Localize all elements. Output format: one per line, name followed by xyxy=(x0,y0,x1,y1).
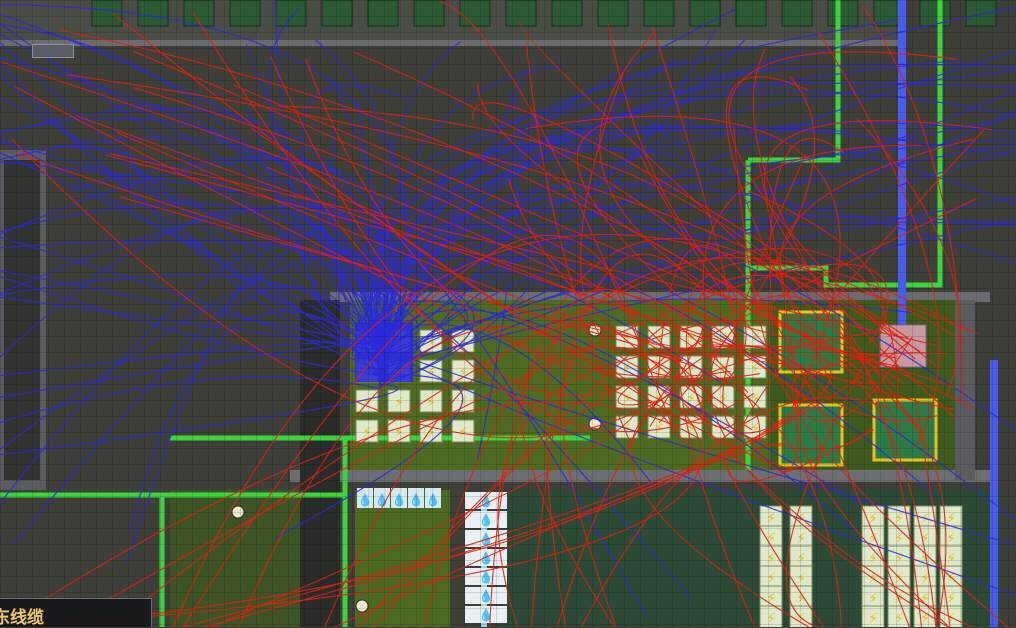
lightning-bolt-icon: ⚡ xyxy=(796,551,806,567)
storage-tile xyxy=(91,0,123,27)
lightning-bolt-icon: ⚡ xyxy=(894,611,904,627)
game-viewport[interactable]: ⚡ ⚡ ⚡ ⚡ ⚡ ⚡ ⚡ ⚡ ⚡ ⚡ ⚡ ⚡ ⚡ ⚡ ⚡ ⚡ ⚡ ⚡ ⚡ ⚡ ⚡ ⚡ ⚡ ⚡ ⚡ ⚡ ⚡ ⚡ ⚡ ⚡ ⚡ ⚡ ⚡ ⚡ ⚡ ⚡ ⚡ ⚡ ⚡ ⚡… xyxy=(0,0,1016,627)
lightning-bolt-icon: ⚡ xyxy=(796,571,806,587)
lightning-bolt-icon: ⚡ xyxy=(766,611,776,627)
lightning-bolt-icon: ⚡ xyxy=(458,365,468,381)
lightning-bolt-icon: ⚡ xyxy=(766,571,776,587)
storage-tile xyxy=(827,0,859,27)
lightning-bolt-icon: ⚡ xyxy=(894,531,904,547)
storage-tile xyxy=(597,0,629,27)
water-drop-icon: 💧 xyxy=(358,493,373,507)
storage-tile xyxy=(551,0,583,27)
middle-floor xyxy=(290,470,990,482)
lightning-bolt-icon: ⚡ xyxy=(766,511,776,527)
water-drop-icon: 💧 xyxy=(426,493,441,507)
storage-tile xyxy=(367,0,399,27)
duplicant-icon xyxy=(231,505,245,519)
lightning-bolt-icon: ⚡ xyxy=(766,551,776,567)
colony-map[interactable]: ⚡⚡⚡⚡⚡⚡⚡⚡⚡⚡⚡⚡⚡⚡⚡⚡⚡⚡⚡⚡⚡⚡⚡⚡⚡⚡⚡⚡⚡⚡⚡⚡⚡⚡⚡⚡⚡⚡⚡⚡… xyxy=(0,0,1016,627)
storage-tile xyxy=(459,0,491,27)
lightning-bolt-icon: ⚡ xyxy=(894,511,904,527)
hover-tooltip: 东线缆 xyxy=(0,598,152,628)
lightning-bolt-icon: ⚡ xyxy=(796,531,806,547)
water-drop-icon: 💧 xyxy=(375,493,390,507)
water-drop-icon: 💧 xyxy=(479,608,494,622)
room-tag-marker[interactable] xyxy=(32,44,74,58)
lightning-bolt-icon: ⚡ xyxy=(946,531,956,547)
lightning-bolt-icon: ⚡ xyxy=(394,395,404,411)
storage-tile xyxy=(413,0,445,27)
lower-mid-room xyxy=(355,490,450,627)
lightning-bolt-icon: ⚡ xyxy=(766,531,776,547)
storage-tile xyxy=(275,0,307,27)
tooltip-label: 东线缆 xyxy=(0,608,44,628)
storage-tile xyxy=(229,0,261,27)
lightning-bolt-icon: ⚡ xyxy=(946,591,956,607)
lightning-bolt-icon: ⚡ xyxy=(868,611,878,627)
reactor xyxy=(872,398,938,462)
water-drop-icon: 💧 xyxy=(409,493,424,507)
storage-tile xyxy=(643,0,675,27)
wire-bundle xyxy=(355,322,413,382)
water-drop-icon: 💧 xyxy=(479,551,494,565)
storage-tile xyxy=(781,0,813,27)
left-shaft xyxy=(4,160,40,480)
lightning-bolt-icon: ⚡ xyxy=(868,591,878,607)
storage-tile xyxy=(505,0,537,27)
storage-tile xyxy=(735,0,767,27)
water-drop-icon: 💧 xyxy=(392,493,407,507)
storage-tile xyxy=(965,0,997,27)
lightning-bolt-icon: ⚡ xyxy=(946,551,956,567)
water-drop-icon: 💧 xyxy=(479,513,494,527)
storage-tile xyxy=(689,0,721,27)
storage-tile xyxy=(321,0,353,27)
duplicant-icon xyxy=(355,599,369,613)
storage-tile xyxy=(137,0,169,27)
